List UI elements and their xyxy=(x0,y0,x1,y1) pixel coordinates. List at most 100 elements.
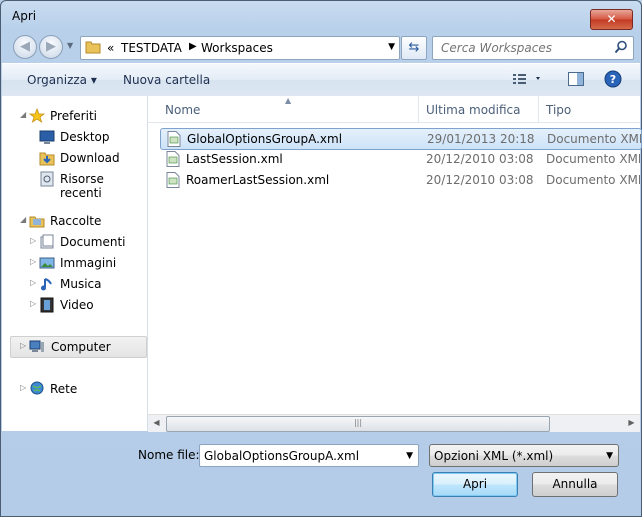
file-type: Documento XML xyxy=(546,173,640,187)
nav-documents-label: Documenti xyxy=(60,235,126,249)
address-bar[interactable]: « TESTDATA ▶ Workspaces ▼ xyxy=(80,36,400,60)
breadcrumb-separator-icon[interactable]: ▶ xyxy=(189,41,197,52)
collapse-arrow-icon[interactable]: ◢ xyxy=(20,215,26,224)
desktop-icon xyxy=(39,130,55,144)
file-row[interactable]: RoamerLastSession.xml 20/12/2010 03:08 D… xyxy=(160,170,640,190)
nav-computer[interactable]: ▷ Computer xyxy=(10,336,147,358)
preview-pane-icon[interactable] xyxy=(568,71,584,87)
close-button[interactable]: ✕ xyxy=(590,9,633,30)
nav-libraries[interactable]: ◢ Raccolte xyxy=(2,211,147,231)
filename-combobox[interactable]: GlobalOptionsGroupA.xml ▼ xyxy=(199,444,419,467)
navigation-bar: ◀ ▶ ▼ « TESTDATA ▶ Workspaces ▼ ⇆ xyxy=(1,31,641,63)
filename-field[interactable]: GlobalOptionsGroupA.xml xyxy=(204,449,359,463)
libraries-icon xyxy=(29,216,45,228)
file-name: RoamerLastSession.xml xyxy=(186,173,330,187)
scroll-left-icon[interactable]: ◀ xyxy=(148,415,165,432)
cancel-button[interactable]: Annulla xyxy=(532,472,618,497)
column-header-name[interactable]: Nome xyxy=(165,103,200,117)
chevron-down-icon[interactable]: ▼ xyxy=(606,451,613,461)
nav-music[interactable]: ▷ Musica xyxy=(2,274,147,294)
navigation-pane: ◢ Preferiti Desktop Download Risorse rec… xyxy=(2,96,148,431)
file-list: ▲ Nome Ultima modifica Tipo GlobalOption… xyxy=(148,96,642,432)
folder-icon xyxy=(85,41,101,54)
file-type: Documento XML xyxy=(546,152,640,166)
nav-recent[interactable]: Risorse recenti xyxy=(2,169,147,200)
nav-pictures-label: Immagini xyxy=(60,256,117,270)
nav-pictures[interactable]: ▷ Immagini xyxy=(2,253,147,273)
command-bar: Organizza ▾ Nuova cartella ? xyxy=(2,63,640,97)
nav-desktop-label: Desktop xyxy=(60,130,110,144)
xml-file-icon xyxy=(167,131,181,147)
nav-desktop[interactable]: Desktop xyxy=(2,127,147,147)
open-button[interactable]: Apri xyxy=(432,472,518,497)
open-dialog: Apri ✕ ◀ ▶ ▼ « TESTDATA ▶ Workspaces ▼ ⇆… xyxy=(0,0,642,517)
scroll-right-icon[interactable]: ▶ xyxy=(623,415,640,432)
pictures-icon xyxy=(39,257,55,269)
file-row[interactable]: LastSession.xml 20/12/2010 03:08 Documen… xyxy=(160,149,640,169)
svg-text:?: ? xyxy=(610,73,616,86)
expand-arrow-icon[interactable]: ▷ xyxy=(20,383,26,392)
nav-computer-label: Computer xyxy=(51,340,111,354)
computer-icon xyxy=(29,340,44,352)
content-area: ◢ Preferiti Desktop Download Risorse rec… xyxy=(2,96,642,432)
back-button[interactable]: ◀ xyxy=(13,35,37,59)
nav-network[interactable]: ▷ Rete xyxy=(2,379,147,399)
address-dropdown-icon[interactable]: ▼ xyxy=(388,42,395,52)
nav-music-label: Musica xyxy=(60,277,102,291)
chevron-down-icon[interactable]: ▼ xyxy=(406,451,413,461)
refresh-button[interactable]: ⇆ xyxy=(401,36,427,60)
file-type: Documento XML xyxy=(547,132,641,146)
breadcrumb-testdata[interactable]: TESTDATA xyxy=(121,41,182,55)
column-header-modified[interactable]: Ultima modifica xyxy=(426,103,521,117)
scrollbar-thumb[interactable]: ||| xyxy=(166,416,550,432)
sort-ascending-icon: ▲ xyxy=(285,96,292,105)
help-icon[interactable]: ? xyxy=(604,70,622,88)
nav-video-label: Video xyxy=(60,298,94,312)
search-input[interactable] xyxy=(439,39,613,57)
collapse-arrow-icon[interactable]: ◢ xyxy=(20,110,26,119)
file-date: 29/01/2013 20:18 xyxy=(427,132,535,146)
horizontal-scrollbar[interactable]: ◀ ||| ▶ xyxy=(148,414,640,432)
history-dropdown-icon[interactable]: ▼ xyxy=(67,41,73,50)
nav-libraries-label: Raccolte xyxy=(50,214,102,228)
filename-label: Nome file: xyxy=(138,448,200,462)
nav-video[interactable]: ▷ Video xyxy=(2,295,147,315)
expand-arrow-icon[interactable]: ▷ xyxy=(30,257,36,266)
download-folder-icon xyxy=(39,152,55,166)
column-header-type[interactable]: Tipo xyxy=(546,103,571,117)
search-box[interactable] xyxy=(432,36,634,60)
nav-network-label: Rete xyxy=(50,382,78,396)
title-bar: Apri ✕ xyxy=(1,1,641,31)
nav-download-label: Download xyxy=(60,151,120,165)
column-header-bar: ▲ Nome Ultima modifica Tipo xyxy=(148,96,640,123)
new-folder-button[interactable]: Nuova cartella xyxy=(123,73,210,87)
network-icon xyxy=(30,381,44,395)
file-type-filter[interactable]: Opzioni XML (*.xml) ▼ xyxy=(429,444,619,467)
star-icon xyxy=(29,108,45,123)
documents-icon xyxy=(40,234,54,249)
nav-favorites-label: Preferiti xyxy=(50,109,97,123)
recent-places-icon xyxy=(40,171,54,187)
nav-favorites[interactable]: ◢ Preferiti xyxy=(2,106,147,126)
breadcrumb-workspaces[interactable]: Workspaces xyxy=(201,41,273,55)
xml-file-icon xyxy=(166,151,180,167)
file-name: GlobalOptionsGroupA.xml xyxy=(187,132,343,146)
column-divider[interactable] xyxy=(418,96,419,122)
search-icon[interactable] xyxy=(614,40,628,54)
expand-arrow-icon[interactable]: ▷ xyxy=(30,236,36,245)
expand-arrow-icon[interactable]: ▷ xyxy=(20,341,26,350)
file-date: 20/12/2010 03:08 xyxy=(426,173,534,187)
breadcrumb-prefix[interactable]: « xyxy=(107,41,114,55)
forward-button[interactable]: ▶ xyxy=(39,35,63,59)
view-options-icon[interactable] xyxy=(512,71,542,87)
organize-button[interactable]: Organizza ▾ xyxy=(27,73,97,87)
expand-arrow-icon[interactable]: ▷ xyxy=(30,299,36,308)
nav-documents[interactable]: ▷ Documenti xyxy=(2,232,147,252)
column-divider[interactable] xyxy=(538,96,539,122)
nav-recent-label: Risorse recenti xyxy=(60,172,104,200)
expand-arrow-icon[interactable]: ▷ xyxy=(30,278,36,287)
music-icon xyxy=(41,278,52,291)
nav-download[interactable]: Download xyxy=(2,148,147,168)
video-icon xyxy=(40,297,54,313)
file-row[interactable]: GlobalOptionsGroupA.xml 29/01/2013 20:18… xyxy=(160,128,642,150)
